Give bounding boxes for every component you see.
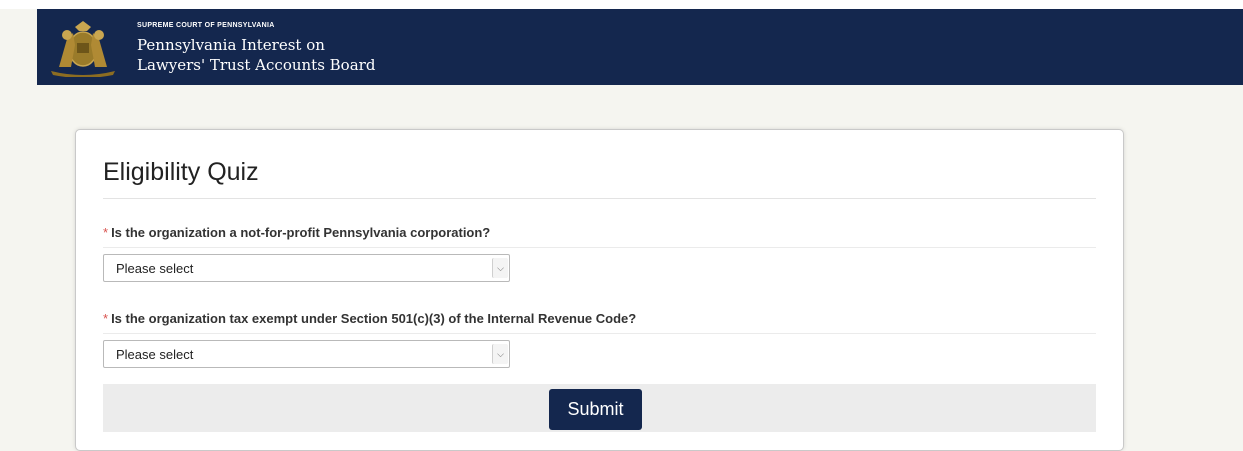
question-2-divider xyxy=(103,333,1096,334)
top-gap xyxy=(0,0,1243,9)
question-1-selected-value: Please select xyxy=(116,261,194,276)
question-2-select[interactable]: Please select ⌵ xyxy=(103,340,510,368)
question-2-label: * Is the organization tax exempt under Se… xyxy=(103,311,636,326)
question-2-text: Is the organization tax exempt under Sec… xyxy=(111,311,637,326)
question-1-select[interactable]: Please select ⌵ xyxy=(103,254,510,282)
question-2-selected-value: Please select xyxy=(116,347,194,362)
quiz-card: Eligibility Quiz * Is the organization a … xyxy=(75,129,1124,451)
header-title-line2: Lawyers' Trust Accounts Board xyxy=(137,56,376,74)
required-marker: * xyxy=(103,225,109,240)
header-title-line1: Pennsylvania Interest on xyxy=(137,36,325,54)
submit-button[interactable]: Submit xyxy=(549,389,642,430)
question-1-divider xyxy=(103,247,1096,248)
chevron-down-icon[interactable]: ⌵ xyxy=(492,344,508,364)
required-marker: * xyxy=(103,311,109,326)
chevron-down-icon[interactable]: ⌵ xyxy=(492,258,508,278)
question-1-label: * Is the organization a not-for-profit Pe… xyxy=(103,225,490,240)
state-seal-icon xyxy=(51,21,115,77)
submit-bar: Submit xyxy=(103,384,1096,432)
header-kicker: SUPREME COURT OF PENNSYLVANIA xyxy=(137,22,275,29)
question-1-text: Is the organization a not-for-profit Pen… xyxy=(111,225,491,240)
title-divider xyxy=(103,198,1096,199)
site-header: SUPREME COURT OF PENNSYLVANIA Pennsylvan… xyxy=(37,9,1243,85)
quiz-title: Eligibility Quiz xyxy=(103,158,259,186)
